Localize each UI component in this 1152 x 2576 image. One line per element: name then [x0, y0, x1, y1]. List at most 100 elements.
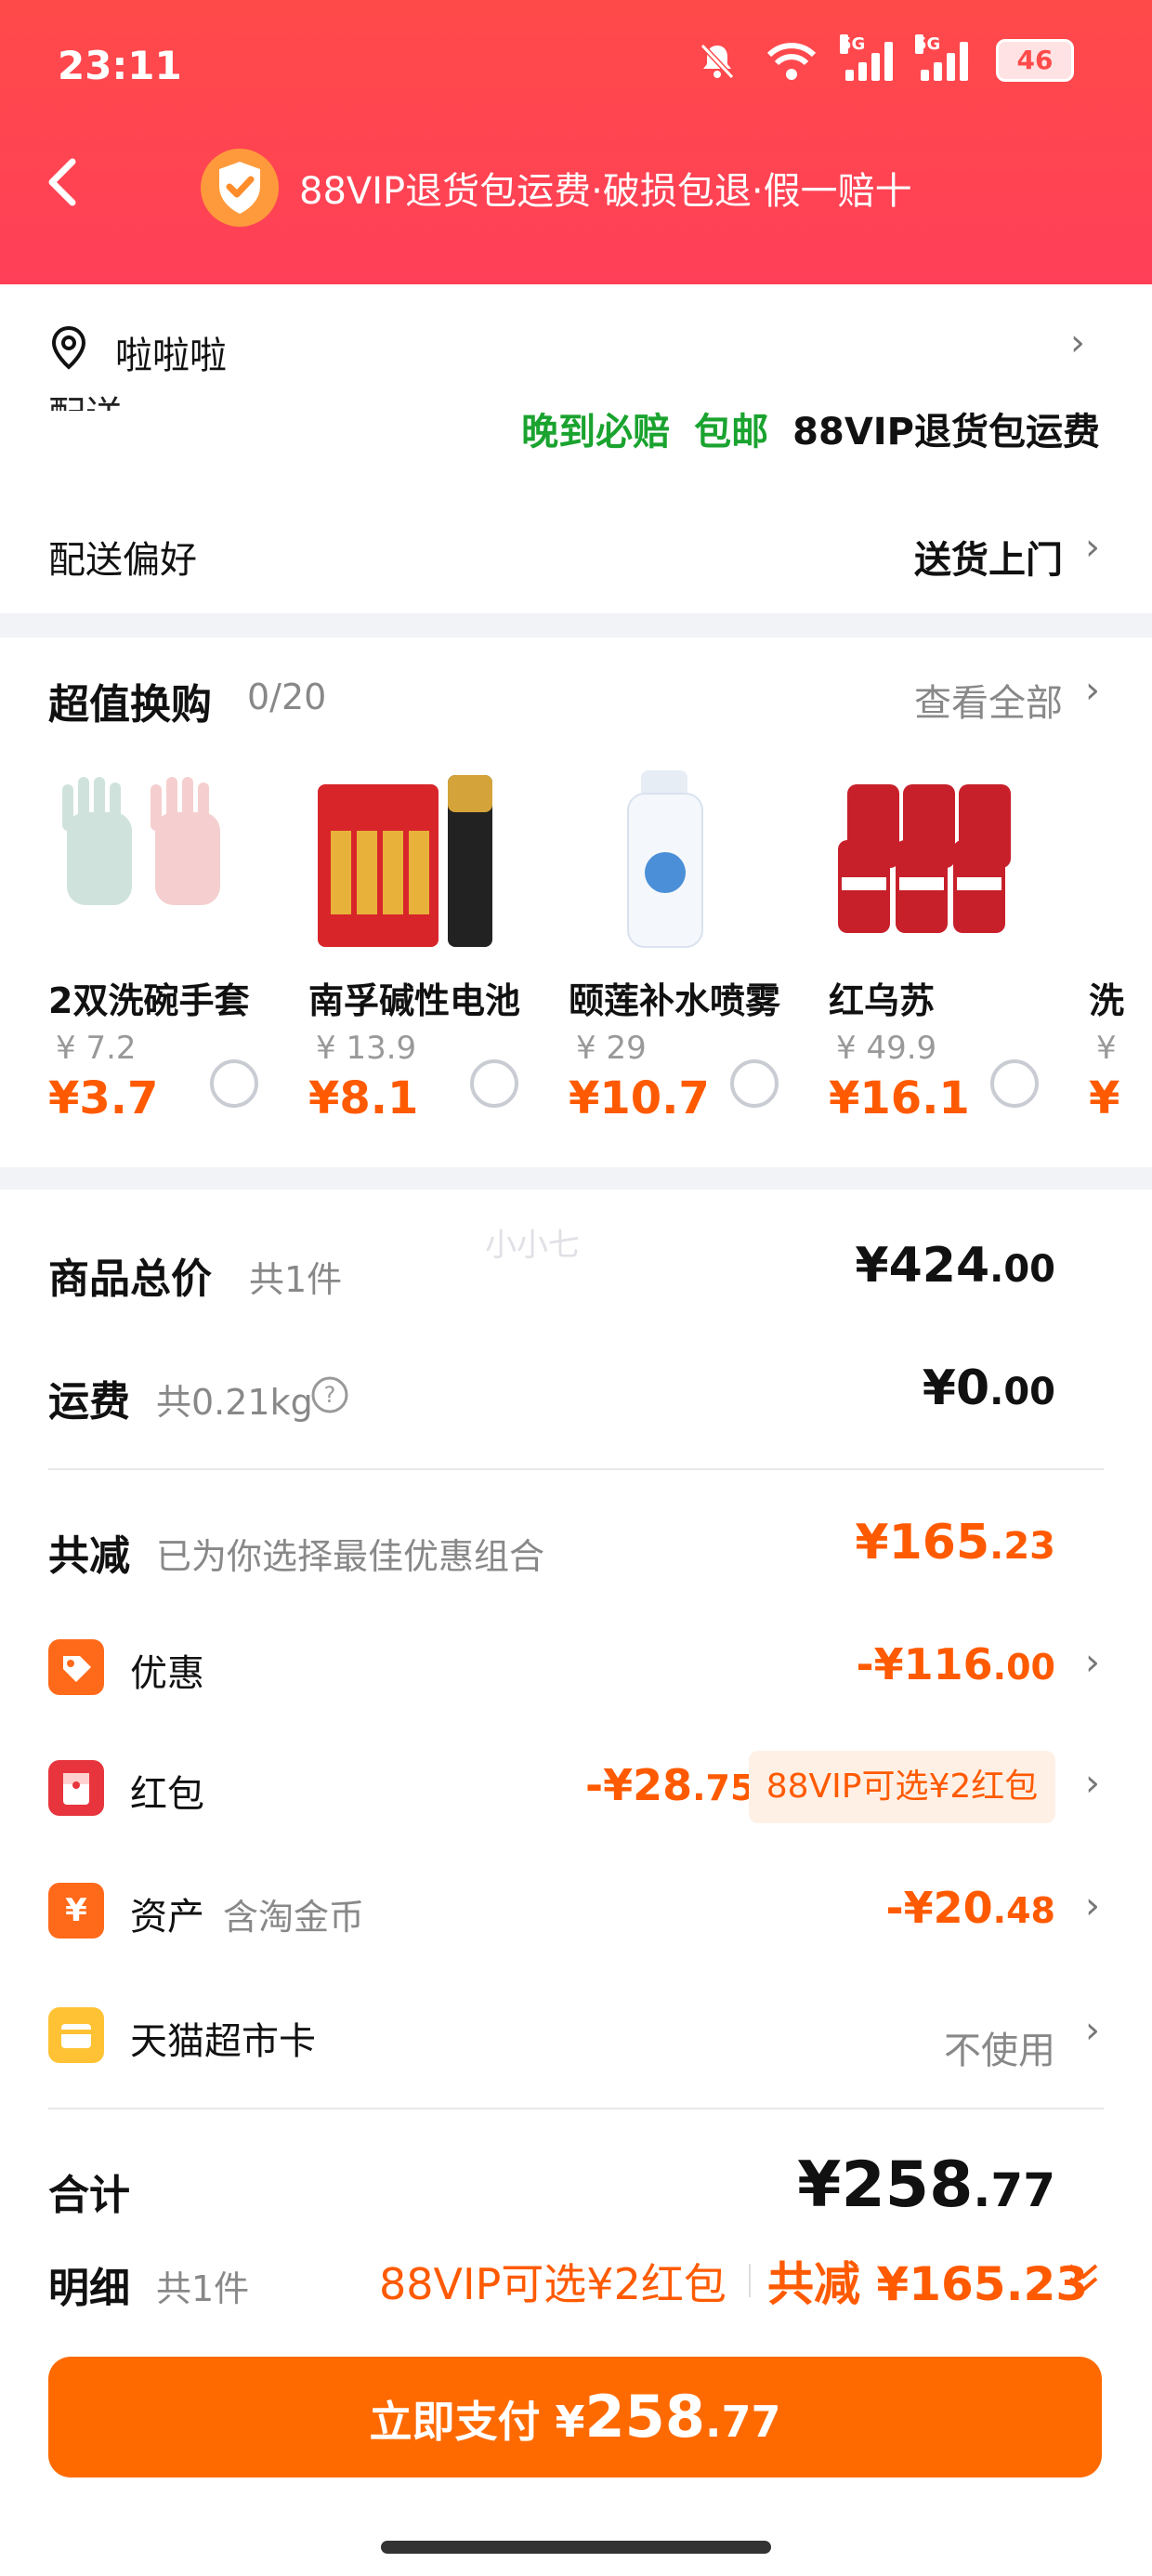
signal-5g-2-icon: 5G	[915, 34, 968, 81]
deal-select-radio[interactable]	[470, 1059, 518, 1108]
detail-count: 共1件	[156, 2268, 250, 2309]
subtotal-count: 共1件	[249, 1259, 343, 1300]
supermarket-card-value[interactable]: 不使用	[944, 2020, 1055, 2074]
view-all-chevron-icon[interactable]: ›	[1085, 669, 1100, 712]
tag-free-shipping: 包邮	[694, 411, 769, 453]
deal-item-orig-price: ¥ 49.9	[836, 1030, 937, 1067]
wifi-icon	[766, 43, 817, 80]
signal-label: 5G	[915, 34, 941, 54]
deal-item[interactable]: 红乌苏 ¥ 49.9 ¥16.1	[829, 766, 1080, 1137]
address-chevron-icon[interactable]: ›	[1070, 322, 1085, 364]
help-icon[interactable]: ?	[310, 1375, 349, 1414]
battery-product-image	[318, 775, 492, 947]
location-pin-icon	[51, 325, 86, 370]
deal-item-orig-price: ¥	[1096, 1030, 1117, 1067]
asset-chevron-icon[interactable]: ›	[1085, 1885, 1100, 1927]
deal-item-orig-price: ¥ 7.2	[56, 1030, 137, 1067]
pref-chevron-icon[interactable]: ›	[1085, 526, 1100, 569]
asset-value[interactable]: -¥20.48	[886, 1883, 1055, 1933]
deal-products: 2双洗碗手套 ¥ 7.2 ¥3.7 南孚碱性电池 ¥ 13.9 ¥8.1 颐莲补…	[48, 766, 1152, 1137]
delivery-tags: 晚到必赔 包邮 88VIP退货包运费	[521, 401, 1100, 455]
deal-item-price: ¥8.1	[308, 1072, 419, 1124]
red-packet-label: 红包	[130, 1773, 204, 1816]
deal-item-price: ¥16.1	[829, 1072, 970, 1124]
deals-title: 超值换购	[48, 681, 212, 729]
red-packet-icon	[48, 1760, 104, 1816]
view-all-link[interactable]: 查看全部	[914, 673, 1063, 727]
deal-item-price: ¥10.7	[569, 1072, 710, 1124]
gloves-image	[62, 777, 220, 905]
grand-total-label: 合计	[48, 2172, 130, 2219]
top-header: 23:11 5G 5G 46 88VIP退货包运费·破损包退·假一赔十	[0, 0, 1152, 284]
subtotal-label: 商品总价	[48, 1255, 212, 1303]
asset-coin-icon: ¥	[48, 1883, 104, 1939]
deal-item-price: ¥3.7	[48, 1072, 159, 1124]
deal-item[interactable]: 2双洗碗手套 ¥ 7.2 ¥3.7	[48, 766, 299, 1137]
supermarket-card-label: 天猫超市卡	[130, 2020, 316, 2063]
deal-select-radio[interactable]	[210, 1059, 258, 1108]
detail-separator	[749, 2264, 751, 2297]
shipping-value: ¥0.00	[922, 1360, 1055, 1416]
detail-reduce-total[interactable]: 共减 ¥165.23	[767, 2247, 1088, 2314]
total-reduce-label: 共减	[48, 1532, 130, 1580]
supermarket-card-chevron-icon[interactable]: ›	[1085, 2009, 1100, 2052]
deals-count: 0/20	[247, 677, 327, 717]
status-icons: 5G 5G 46	[697, 34, 1074, 82]
red-packet-value[interactable]: -¥28.75	[585, 1760, 754, 1810]
tag-vip-return: 88VIP退货包运费	[792, 411, 1100, 453]
shield-check-icon	[201, 149, 279, 227]
mute-icon	[700, 43, 735, 80]
discount-chevron-icon[interactable]: ›	[1085, 1641, 1100, 1684]
discount-label: 优惠	[130, 1652, 204, 1695]
red-packet-promo-badge[interactable]: 88VIP可选¥2红包	[749, 1751, 1055, 1823]
shipping-weight: 共0.21kg	[156, 1382, 313, 1423]
deal-item-orig-price: ¥ 13.9	[316, 1030, 417, 1067]
home-indicator[interactable]	[381, 2541, 771, 2554]
deal-item-name: 南孚碱性电池	[308, 980, 521, 1021]
discount-tag-icon	[48, 1639, 104, 1695]
tag-late-compensation: 晚到必赔	[521, 411, 671, 453]
deal-item-name: 红乌苏	[829, 980, 936, 1021]
deal-item[interactable]: 洗 ¥ ¥	[1089, 766, 1152, 1137]
supermarket-card-icon	[48, 2007, 104, 2063]
deal-select-radio[interactable]	[730, 1059, 779, 1108]
vip-banner[interactable]: 88VIP退货包运费·破损包退·假一赔十	[201, 149, 912, 227]
double-chevron-down-icon[interactable]	[1063, 2258, 1104, 2299]
battery-icon: 46	[996, 39, 1074, 82]
total-reduce-note: 已为你选择最佳优惠组合	[156, 1536, 545, 1577]
delivery-pref-label: 配送偏好	[48, 539, 197, 582]
subtotal-value: ¥424.00	[855, 1238, 1055, 1294]
divider	[48, 2108, 1104, 2109]
delivery-pref-value[interactable]: 送货上门	[914, 530, 1063, 584]
beer-cans-image	[838, 784, 1011, 933]
svg-text:?: ?	[324, 1382, 336, 1408]
pay-now-button[interactable]: 立即支付 ¥258.77	[48, 2357, 1102, 2477]
section-gap	[0, 613, 1152, 637]
total-reduce-value: ¥165.23	[855, 1515, 1055, 1571]
status-time: 23:11	[58, 43, 182, 88]
deal-item-name: 颐莲补水喷雾	[569, 980, 781, 1021]
deal-item-price: ¥	[1089, 1072, 1120, 1124]
section-gap	[0, 1167, 1152, 1191]
deal-select-radio[interactable]	[990, 1059, 1039, 1108]
shipping-label: 运费	[48, 1378, 130, 1426]
deal-item-name: 2双洗碗手套	[48, 980, 250, 1021]
address-name[interactable]: 啦啦啦	[115, 325, 227, 379]
signal-5g-1-icon: 5G	[840, 34, 893, 81]
grand-total-value: ¥258.77	[797, 2149, 1055, 2222]
discount-value[interactable]: -¥116.00	[857, 1639, 1055, 1689]
asset-label: 资产	[130, 1896, 204, 1939]
delivery-cutoff-text: 配送	[48, 385, 123, 411]
detail-promo[interactable]: 88VIP可选¥2红包	[379, 2251, 727, 2312]
asset-note: 含淘金币	[223, 1897, 365, 1938]
red-packet-chevron-icon[interactable]: ›	[1085, 1762, 1100, 1805]
deal-item[interactable]: 南孚碱性电池 ¥ 13.9 ¥8.1	[308, 766, 559, 1137]
back-button[interactable]	[41, 154, 85, 210]
detail-label[interactable]: 明细	[48, 2254, 130, 2314]
deal-item-orig-price: ¥ 29	[576, 1030, 647, 1067]
deal-item[interactable]: 颐莲补水喷雾 ¥ 29 ¥10.7	[569, 766, 819, 1137]
deal-item-name: 洗	[1089, 980, 1125, 1021]
banner-text: 88VIP退货包运费·破损包退·假一赔十	[299, 170, 912, 213]
divider	[48, 1468, 1104, 1470]
watermark-text: 小小七	[485, 1227, 580, 1264]
